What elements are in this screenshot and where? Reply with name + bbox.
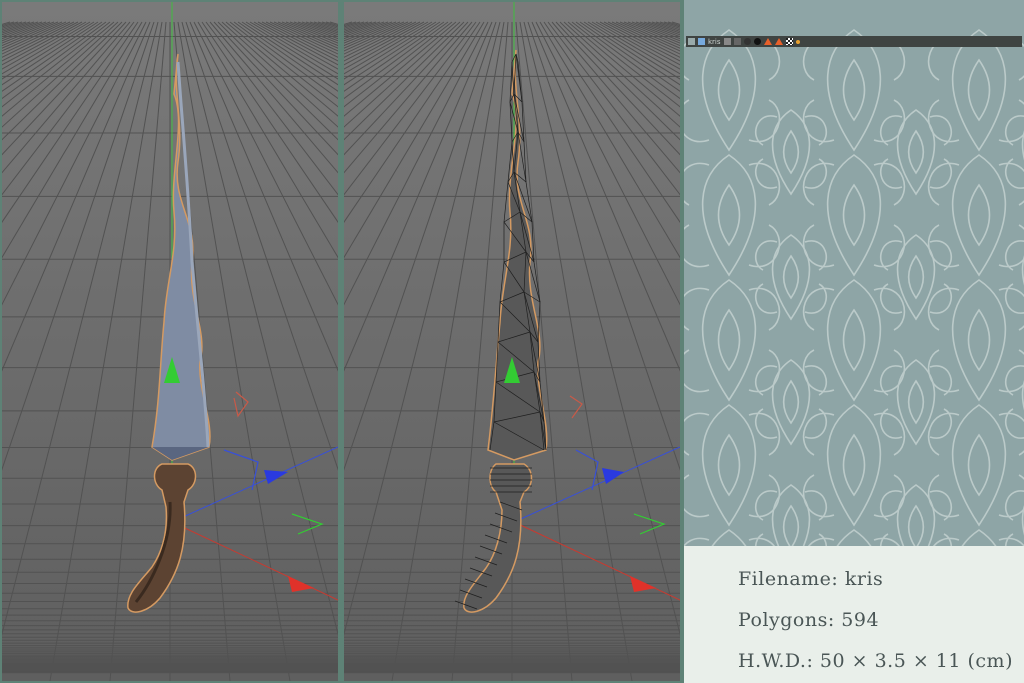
object-name[interactable]: kris xyxy=(708,38,721,46)
info-side-panel: kris Filename: kris Polygons: 594 H.W.D.… xyxy=(684,0,1024,683)
dot-icon xyxy=(795,39,800,44)
file-info-panel: Filename: kris Polygons: 594 H.W.D.: 50 … xyxy=(684,546,1024,683)
polygons-text: Polygons: 594 xyxy=(738,609,880,631)
object-icon xyxy=(698,38,705,45)
viewport-wireframe[interactable] xyxy=(344,2,680,681)
cone-icon xyxy=(774,38,783,45)
viewport-wireframe-canvas xyxy=(344,2,680,681)
object-manager-row[interactable]: kris xyxy=(686,36,1022,47)
damask-wallpaper xyxy=(684,0,1024,546)
dimensions-text: H.W.D.: 50 × 3.5 × 11 (cm) xyxy=(738,650,1013,672)
material-icon xyxy=(733,38,741,45)
cone-icon xyxy=(763,38,772,45)
sphere-icon xyxy=(743,38,751,45)
sphere-icon xyxy=(753,38,761,45)
tag-icon xyxy=(723,38,731,45)
viewport-shaded[interactable] xyxy=(2,2,338,681)
filename-text: Filename: kris xyxy=(738,568,884,590)
checker-icon xyxy=(785,38,793,45)
viewport-shaded-canvas xyxy=(2,2,338,681)
layer-icon xyxy=(688,38,695,45)
